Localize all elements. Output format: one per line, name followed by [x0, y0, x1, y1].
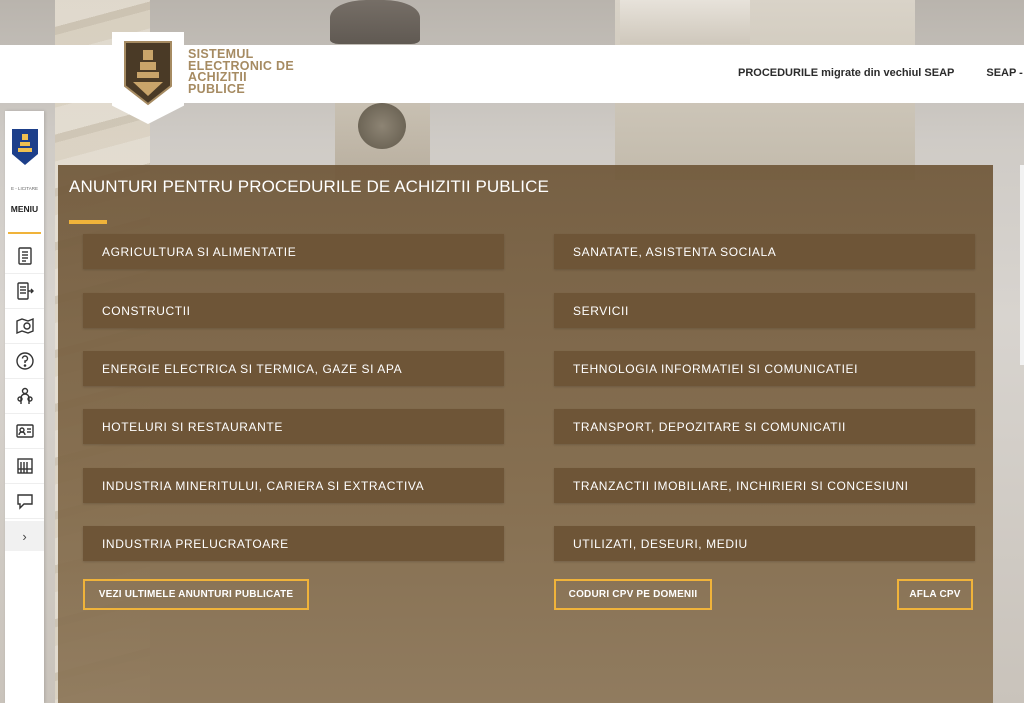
list-arrow-icon: [16, 282, 34, 300]
right-panel-edge: [1020, 165, 1024, 365]
category-construction[interactable]: CONSTRUCTII: [83, 293, 504, 328]
sidebar-item-map[interactable]: [5, 309, 44, 344]
users-icon: [16, 387, 33, 404]
sidebar-expand-button[interactable]: ›: [5, 521, 44, 551]
brand-line-4: PUBLICE: [188, 81, 245, 96]
category-hotels[interactable]: HOTELURI SI RESTAURANTE: [83, 409, 504, 444]
help-icon: [15, 352, 34, 370]
sidebar-item-messages[interactable]: [5, 484, 44, 519]
category-energy[interactable]: ENERGIE ELECTRICA SI TERMICA, GAZE SI AP…: [83, 351, 504, 386]
category-transport[interactable]: TRANSPORT, DEPOZITARE SI COMUNICATII: [554, 409, 975, 444]
sidebar-caption: E - LICITARE: [11, 186, 38, 191]
top-nav: PROCEDURILE migrate din vechiul SEAP SEA…: [738, 67, 1024, 79]
sidebar-item-help[interactable]: [5, 344, 44, 379]
brand-name: SISTEMUL ELECTRONIC DE ACHIZITII PUBLICE: [188, 48, 318, 96]
cpv-codes-button[interactable]: CODURI CPV PE DOMENII: [554, 579, 712, 610]
sidebar-item-profile[interactable]: [5, 414, 44, 449]
category-health[interactable]: SANATATE, ASISTENTA SOCIALA: [554, 234, 975, 269]
sidebar-item-institutions[interactable]: [5, 449, 44, 484]
category-manufacturing[interactable]: INDUSTRIA PRELUCRATOARE: [83, 526, 504, 561]
panel-title: ANUNTURI PENTRU PROCEDURILE DE ACHIZITII…: [69, 177, 549, 196]
nav-item-seap-demo[interactable]: SEAP - DEMO: [986, 67, 1024, 79]
document-icon: [17, 247, 32, 265]
chat-icon: [16, 494, 33, 510]
site-logo[interactable]: [112, 32, 184, 124]
background-monument-top: [620, 0, 750, 44]
latest-announcements-button[interactable]: VEZI ULTIMELE ANUNTURI PUBLICATE: [83, 579, 309, 610]
left-sidebar: E - LICITARE MENIU ›: [5, 111, 44, 703]
category-it[interactable]: TEHNOLOGIA INFORMATIEI SI COMUNICATIEI: [554, 351, 975, 386]
sidebar-item-procedures[interactable]: [5, 274, 44, 309]
id-card-icon: [15, 424, 34, 438]
chevron-right-icon: ›: [22, 528, 27, 544]
sidebar-item-users[interactable]: [5, 379, 44, 414]
announcements-panel: ANUNTURI PENTRU PROCEDURILE DE ACHIZITII…: [58, 165, 993, 703]
category-utilities[interactable]: UTILIZATI, DESEURI, MEDIU: [554, 526, 975, 561]
sidebar-logo-icon: [12, 129, 38, 165]
sidebar-menu-label[interactable]: MENIU: [5, 204, 44, 214]
category-mining[interactable]: INDUSTRIA MINERITULUI, CARIERA SI EXTRAC…: [83, 468, 504, 503]
nav-item-migrated-procedures[interactable]: PROCEDURILE migrate din vechiul SEAP: [738, 67, 954, 79]
category-real-estate[interactable]: TRANZACTII IMOBILIARE, INCHIRIERI SI CON…: [554, 468, 975, 503]
map-pin-icon: [15, 317, 34, 335]
building-icon: [16, 458, 33, 474]
find-cpv-button[interactable]: AFLA CPV: [897, 579, 973, 610]
sidebar-item-documents[interactable]: [5, 239, 44, 274]
background-medallion: [358, 103, 406, 149]
sidebar-menu-underline: [8, 232, 41, 234]
category-services[interactable]: SERVICII: [554, 293, 975, 328]
category-agriculture[interactable]: AGRICULTURA SI ALIMENTATIE: [83, 234, 504, 269]
crest-logo-icon: [124, 41, 172, 106]
title-accent-bar: [69, 220, 107, 224]
background-statue: [330, 0, 420, 44]
